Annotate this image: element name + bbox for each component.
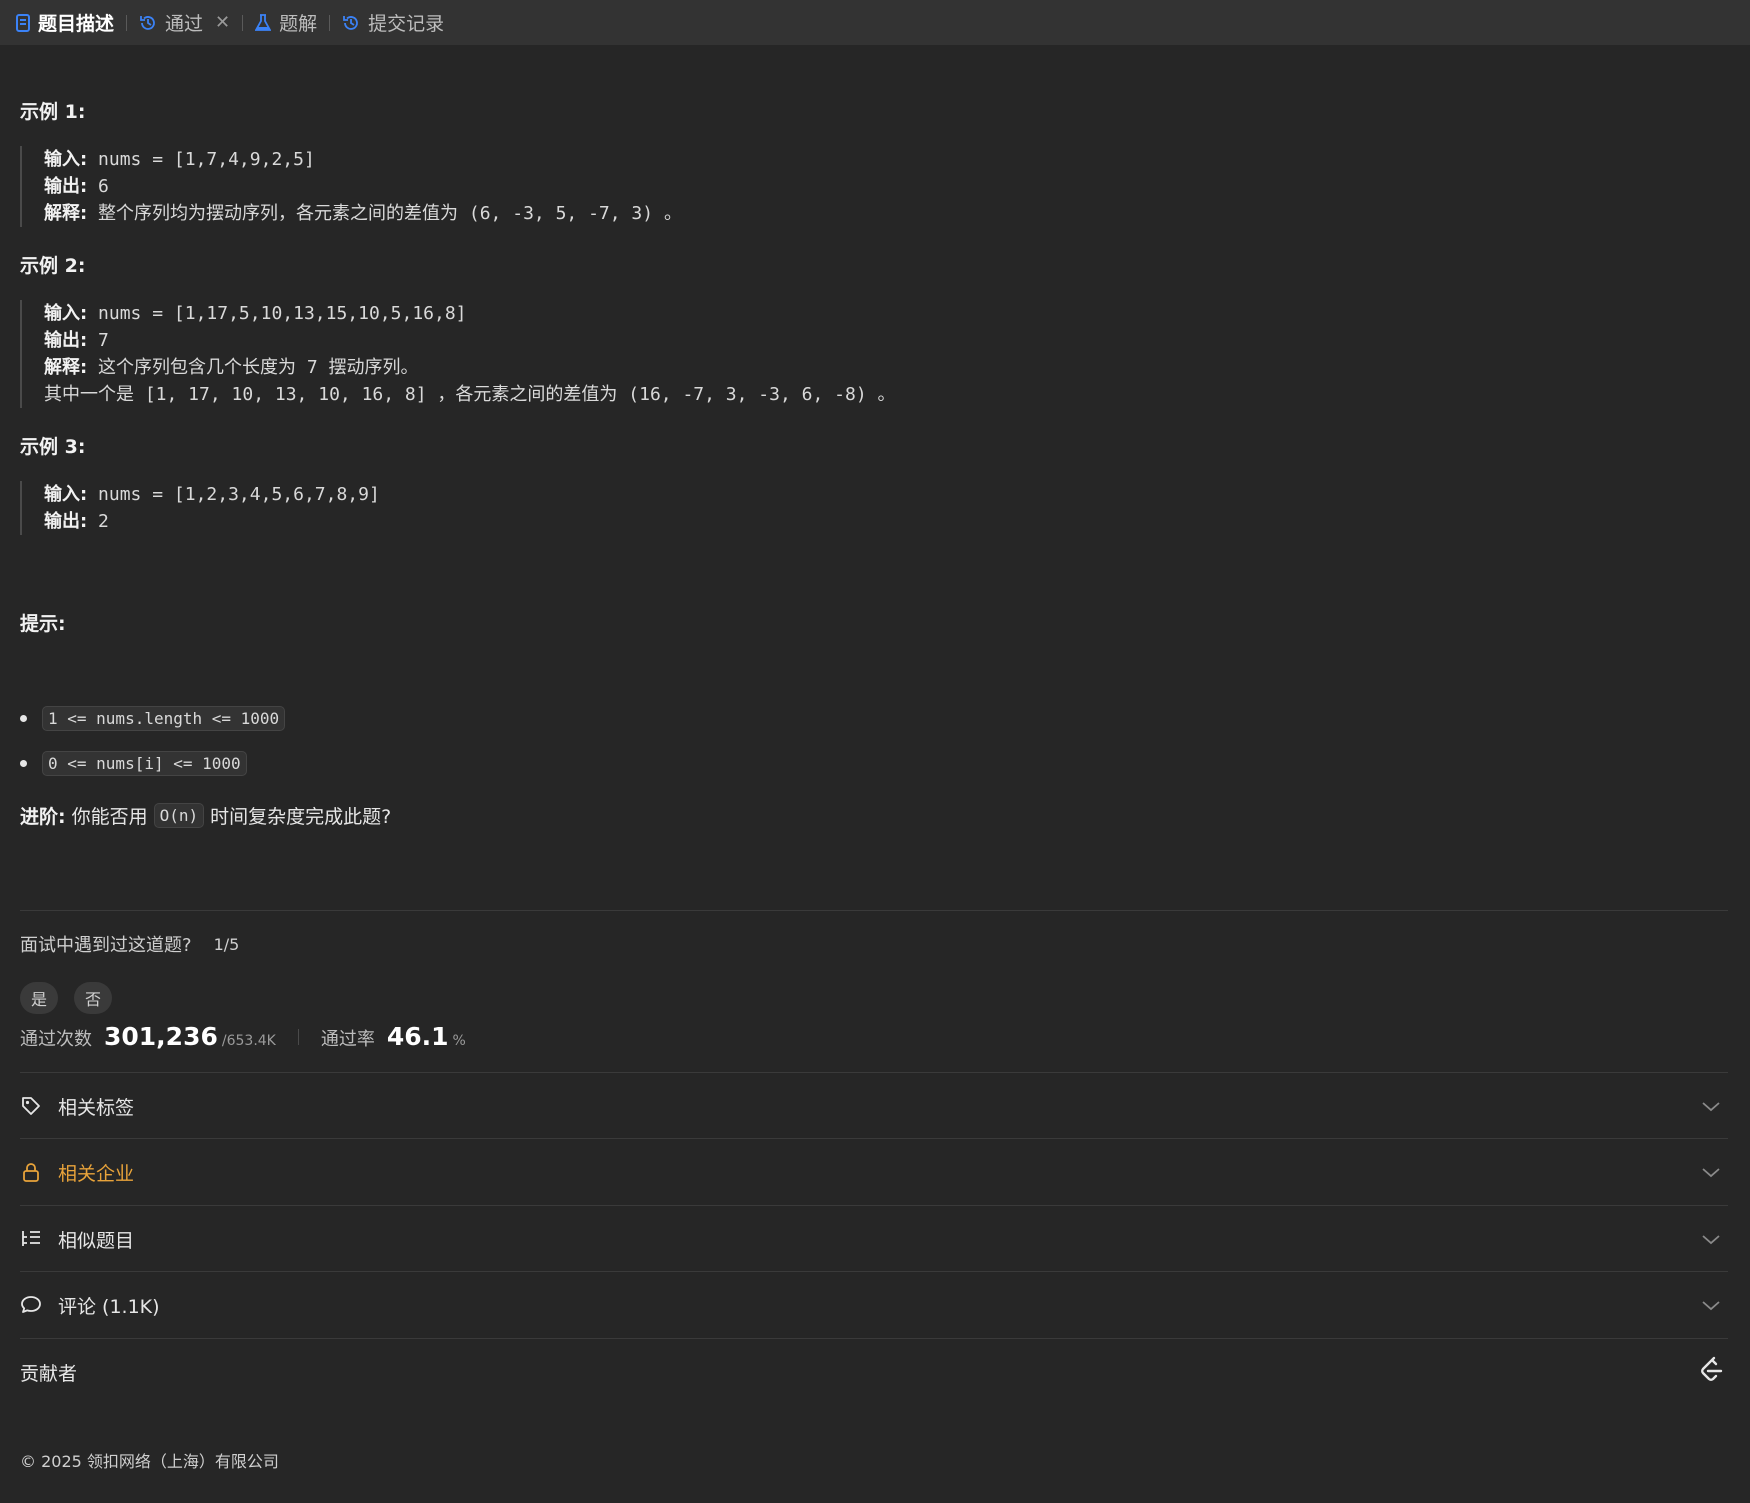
section-label: 相关企业	[58, 1162, 135, 1185]
leetcode-logo-icon[interactable]	[1698, 1356, 1724, 1389]
chevron-down-icon[interactable]	[1702, 1161, 1720, 1183]
tab-label: 提交记录	[368, 13, 445, 35]
chevron-down-icon[interactable]	[1702, 1095, 1720, 1117]
flask-icon	[255, 13, 272, 32]
comment-icon	[20, 1294, 42, 1316]
input-label: 输入:	[44, 303, 88, 324]
list-item: 0 <= nums[i] <= 1000	[20, 741, 285, 786]
section-contributors: 贡献者	[20, 1339, 1728, 1405]
yes-button[interactable]: 是	[20, 982, 58, 1014]
acceptance-rate: 46.1	[386, 1022, 449, 1051]
accepted-count: 301,236	[104, 1022, 218, 1051]
contributors-label: 贡献者	[20, 1362, 78, 1385]
section-label: 相似题目	[58, 1229, 135, 1252]
rate-unit: %	[452, 1033, 466, 1049]
list-item: 1 <= nums.length <= 1000	[20, 696, 286, 741]
close-icon[interactable]: ✕	[215, 12, 230, 33]
follow-up-label: 进阶:	[20, 806, 66, 828]
example-title: 示例 2:	[20, 255, 86, 277]
stats-divider	[297, 1029, 299, 1045]
section-comments[interactable]: 评论 (1.1K)	[20, 1272, 1728, 1338]
example-block: 输入: nums = [1,7,4,9,2,5] 输出: 6 解释: 整个序列均…	[20, 146, 682, 227]
inline-code: 1 <= nums.length <= 1000	[42, 706, 286, 731]
tab-bar: 题目描述 通过 ✕ 题解 提交记录	[0, 0, 1750, 45]
rate-label: 通过率	[320, 1029, 375, 1050]
divider	[20, 910, 1728, 911]
input-value: nums = [1,17,5,10,13,15,10,5,16,8]	[98, 303, 467, 324]
follow-up: 进阶: 你能否用 O(n) 时间复杂度完成此题?	[20, 802, 391, 829]
example-title: 示例 1:	[20, 101, 86, 123]
list-tree-icon	[20, 1228, 42, 1250]
section-similar-problems[interactable]: 相似题目	[20, 1206, 1728, 1272]
input-value: nums = [1,2,3,4,5,6,7,8,9]	[98, 484, 380, 505]
no-button[interactable]: 否	[74, 982, 112, 1014]
document-icon	[16, 13, 30, 32]
input-value: nums = [1,7,4,9,2,5]	[98, 149, 315, 170]
section-related-companies[interactable]: 相关企业	[20, 1139, 1728, 1205]
interview-question: 面试中遇到过这道题? 1/5	[20, 931, 239, 957]
inline-code: 0 <= nums[i] <= 1000	[42, 751, 247, 776]
history-icon	[139, 14, 157, 32]
section-label: 评论 (1.1K)	[58, 1295, 160, 1318]
explain-text: 整个序列均为摆动序列，各元素之间的差值为 (6, -3, 5, -7, 3) 。	[98, 203, 682, 224]
history-icon	[342, 14, 360, 32]
output-value: 6	[98, 176, 109, 197]
tab-submissions[interactable]: 提交记录	[342, 9, 444, 36]
submissions-count: /653.4K	[221, 1033, 276, 1049]
explain-label: 解释:	[44, 203, 88, 224]
example-block: 输入: nums = [1,17,5,10,13,15,10,5,16,8] 输…	[20, 300, 896, 408]
tab-divider	[329, 14, 331, 31]
input-label: 输入:	[44, 149, 88, 170]
interview-count: 1/5	[213, 934, 240, 954]
follow-up-text: 时间复杂度完成此题?	[210, 806, 392, 828]
explain-text: 其中一个是 [1, 17, 10, 13, 10, 16, 8] ，各元素之间的…	[44, 384, 896, 405]
output-label: 输出:	[44, 511, 88, 532]
chevron-down-icon[interactable]	[1702, 1294, 1720, 1316]
explain-label: 解释:	[44, 357, 88, 378]
tab-divider	[242, 14, 244, 31]
example-title: 示例 3:	[20, 436, 86, 458]
output-value: 2	[98, 511, 109, 532]
follow-up-text: 你能否用	[71, 806, 148, 828]
tag-icon	[20, 1095, 42, 1117]
tab-description[interactable]: 题目描述	[16, 9, 114, 36]
tab-divider	[126, 14, 128, 31]
chevron-down-icon[interactable]	[1702, 1228, 1720, 1250]
lock-icon	[20, 1161, 42, 1183]
explain-text: 这个序列包含几个长度为 7 摆动序列。	[98, 357, 419, 378]
section-related-tags[interactable]: 相关标签	[20, 1073, 1728, 1139]
output-value: 7	[98, 330, 109, 351]
example-block: 输入: nums = [1,2,3,4,5,6,7,8,9] 输出: 2	[20, 481, 380, 535]
inline-code: O(n)	[153, 803, 205, 828]
tab-solutions[interactable]: 题解	[255, 9, 317, 36]
accepted-label: 通过次数	[20, 1029, 92, 1050]
tab-accepted[interactable]: 通过 ✕	[139, 9, 230, 36]
tab-label: 通过	[165, 13, 204, 35]
tab-label: 题目描述	[38, 13, 115, 35]
section-label: 相关标签	[58, 1096, 135, 1119]
hints-title: 提示:	[20, 613, 66, 635]
output-label: 输出:	[44, 330, 88, 351]
output-label: 输出:	[44, 176, 88, 197]
stats-bar: 通过次数 301,236 /653.4K 通过率 46.1 %	[20, 1022, 466, 1051]
tab-label: 题解	[279, 13, 318, 35]
hints-list: 1 <= nums.length <= 1000 0 <= nums[i] <=…	[20, 696, 286, 786]
input-label: 输入:	[44, 484, 88, 505]
copyright-footer: © 2025 领扣网络（上海）有限公司	[20, 1452, 279, 1471]
interview-question-text: 面试中遇到过这道题?	[20, 935, 192, 956]
